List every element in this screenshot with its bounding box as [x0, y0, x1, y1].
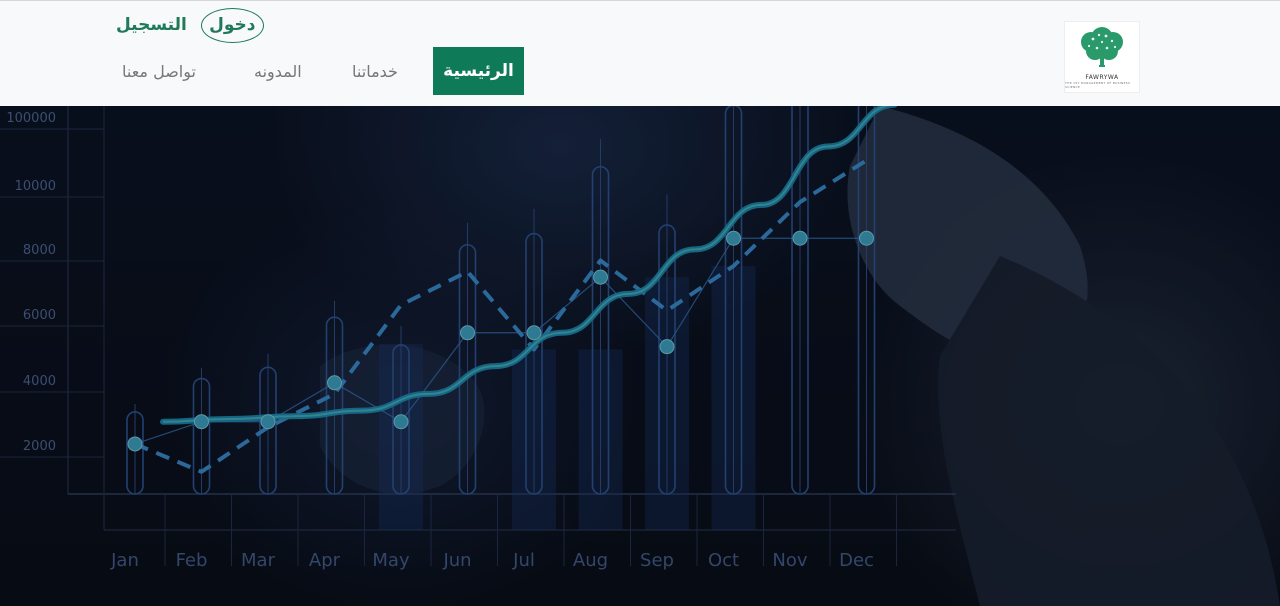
logo-tagline: THE 1ST MANAGEMENT OF BUSINESS SCIENCE: [1065, 81, 1131, 89]
nav-item-services[interactable]: خدماتنا: [346, 47, 404, 95]
y-tick-label: 4000: [23, 374, 56, 389]
x-tick-label: Oct: [708, 550, 739, 571]
x-tick-label: Jan: [110, 550, 139, 571]
main-nav: تواصل معنا المدونه خدماتنا الرئيسية: [122, 47, 524, 95]
login-button[interactable]: دخول: [200, 7, 264, 43]
x-tick-label: Aug: [573, 550, 608, 571]
hero-banner: 2000 4000 6000 8000 10000 100000 Jan Feb Mar Apr M…: [0, 106, 1280, 606]
x-tick-label: Jun: [442, 550, 471, 571]
x-tick-label: Jul: [512, 550, 535, 571]
x-tick-label: May: [372, 550, 410, 571]
logo-name: FAWRYWA: [1085, 74, 1119, 81]
dark-overlay: [0, 106, 1280, 606]
register-link[interactable]: التسجيل: [116, 15, 187, 35]
x-tick-label: Mar: [241, 550, 276, 571]
nav-item-blog[interactable]: المدونه: [254, 47, 344, 95]
y-tick-label: 6000: [23, 308, 56, 323]
x-tick-label: Sep: [640, 550, 674, 571]
nav-item-contact[interactable]: تواصل معنا: [122, 47, 218, 95]
y-tick-label: 10000: [15, 179, 56, 194]
brand-logo[interactable]: FAWRYWA THE 1ST MANAGEMENT OF BUSINESS S…: [1064, 21, 1140, 93]
y-tick-label: 100000: [6, 111, 56, 126]
brain-tree-icon: [1081, 27, 1123, 67]
nav-item-home[interactable]: الرئيسية: [433, 47, 524, 95]
y-tick-label: 2000: [23, 439, 56, 454]
x-tick-label: Apr: [309, 550, 341, 571]
auth-links: التسجيل دخول: [116, 7, 264, 43]
x-tick-label: Nov: [772, 550, 807, 571]
hero-growth-chart: 2000 4000 6000 8000 10000 100000 Jan Feb Mar Apr M…: [0, 106, 1280, 606]
chart-series: [0, 106, 1280, 606]
y-tick-label: 8000: [23, 243, 56, 258]
site-header: FAWRYWA THE 1ST MANAGEMENT OF BUSINESS S…: [0, 0, 1280, 106]
x-tick-label: Feb: [176, 550, 208, 571]
x-tick-label: Dec: [839, 550, 874, 571]
